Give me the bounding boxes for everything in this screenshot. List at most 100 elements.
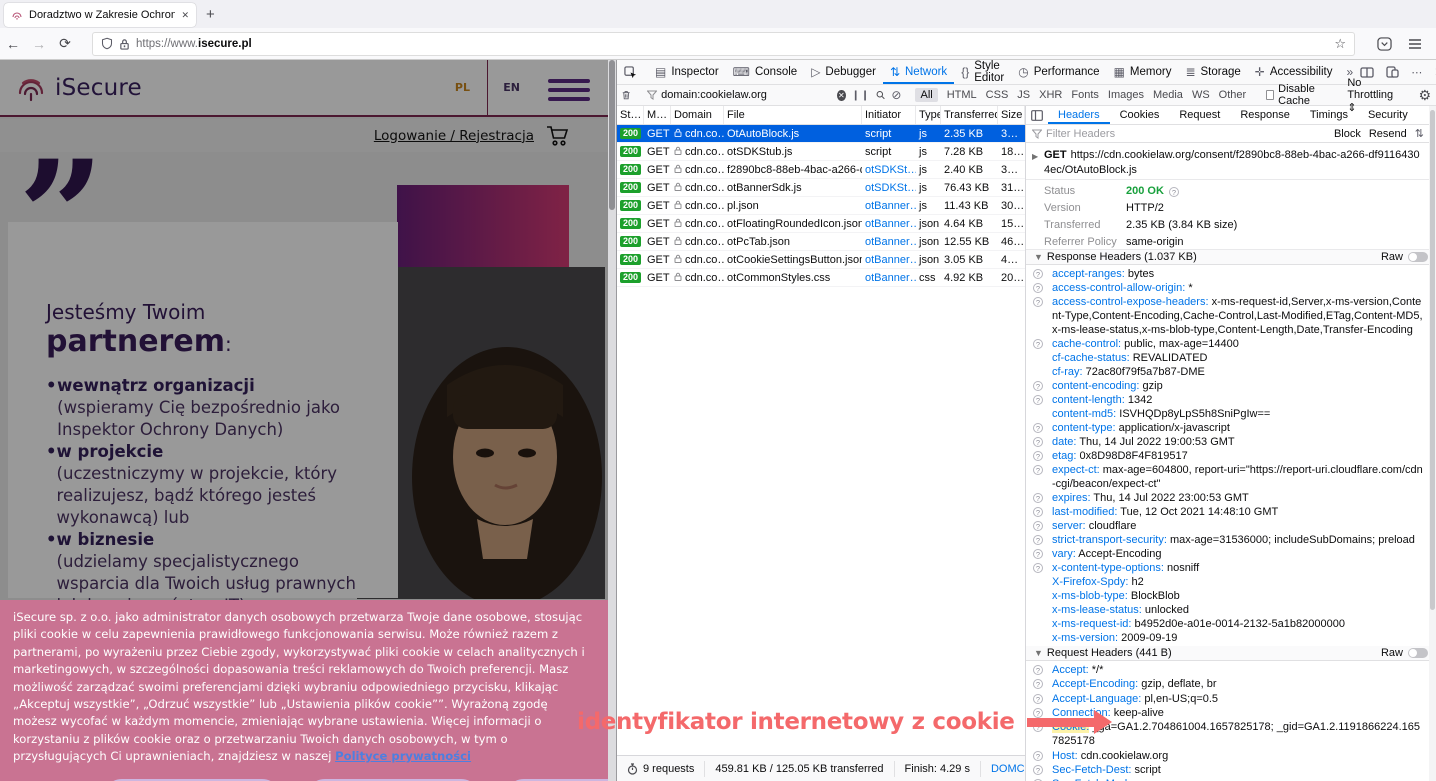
header-row[interactable]: ?cache-control: public, max-age=14400 xyxy=(1026,337,1436,351)
table-row[interactable]: 200GETcdn.co…OtAutoBlock.jsscriptjs2.35 … xyxy=(617,125,1025,143)
details-tab-security[interactable]: Security xyxy=(1358,106,1418,124)
header-row[interactable]: ?last-modified: Tue, 12 Oct 2021 14:48:1… xyxy=(1026,505,1436,519)
table-row[interactable]: 200GETcdn.co…otBannerSdk.jsotSDKSt…js76.… xyxy=(617,179,1025,197)
type-filter-js[interactable]: JS xyxy=(1017,89,1030,101)
header-row[interactable]: x-ms-blob-type: BlockBlob xyxy=(1026,589,1436,603)
help-icon[interactable]: ? xyxy=(1033,694,1043,704)
header-row[interactable]: ?expect-ct: max-age=604800, report-uri="… xyxy=(1026,463,1436,491)
help-icon[interactable]: ? xyxy=(1033,549,1043,559)
pause-traffic-icon[interactable]: ❙❙ xyxy=(852,90,871,101)
request-url-line[interactable]: ▶ GEThttps://cdn.cookielaw.org/consent/f… xyxy=(1026,144,1436,180)
column-header-file[interactable]: File xyxy=(724,106,862,124)
lock-icon[interactable] xyxy=(119,38,130,50)
header-row[interactable]: content-md5: ISVHQDp8yLpS5h8SniPgIw== xyxy=(1026,407,1436,421)
column-header-size[interactable]: Size xyxy=(998,106,1025,124)
table-row[interactable]: 200GETcdn.co…otCommonStyles.cssotBanner…… xyxy=(617,269,1025,287)
url-filter-input[interactable] xyxy=(661,89,831,101)
header-row[interactable]: ?content-type: application/x-javascript xyxy=(1026,421,1436,435)
type-filter-html[interactable]: HTML xyxy=(947,89,977,101)
devtools-tab-debugger[interactable]: ▷Debugger xyxy=(804,60,883,84)
help-icon[interactable]: ? xyxy=(1033,465,1043,475)
column-header-type[interactable]: Type xyxy=(916,106,941,124)
header-row[interactable]: ?content-encoding: gzip xyxy=(1026,379,1436,393)
header-row[interactable]: ?Sec-Fetch-Mode: no-cors xyxy=(1026,777,1436,781)
type-filter-images[interactable]: Images xyxy=(1108,89,1144,101)
forward-icon[interactable]: → xyxy=(26,36,52,52)
header-row[interactable]: ?expires: Thu, 14 Jul 2022 23:00:53 GMT xyxy=(1026,491,1436,505)
help-icon[interactable]: ? xyxy=(1033,679,1043,689)
type-filter-all[interactable]: All xyxy=(915,88,937,102)
help-icon[interactable]: ? xyxy=(1033,451,1043,461)
header-row[interactable]: cf-cache-status: REVALIDATED xyxy=(1026,351,1436,365)
block-url-button[interactable]: Block xyxy=(1334,128,1361,140)
response-headers-section-header[interactable]: ▼ Response Headers (1.037 KB) Raw xyxy=(1026,250,1436,265)
help-icon[interactable]: ? xyxy=(1033,765,1043,775)
pocket-icon[interactable] xyxy=(1377,37,1392,51)
url-text[interactable]: https://www.isecure.pl xyxy=(136,38,1328,50)
details-panel-icon[interactable] xyxy=(1026,110,1048,121)
column-header-st[interactable]: St… xyxy=(617,106,644,124)
devtools-tab-storage[interactable]: ≣Storage xyxy=(1178,60,1247,84)
type-filter-xhr[interactable]: XHR xyxy=(1039,89,1062,101)
help-icon[interactable]: ? xyxy=(1033,297,1043,307)
url-bar[interactable]: https://www.isecure.pl ☆ xyxy=(92,32,1355,56)
type-filter-css[interactable]: CSS xyxy=(986,89,1009,101)
page-scrollbar[interactable] xyxy=(608,60,616,781)
header-row[interactable]: ?x-content-type-options: nosniff xyxy=(1026,561,1436,575)
table-row[interactable]: 200GETcdn.co…otFloatingRoundedIcon.jsono… xyxy=(617,215,1025,233)
reload-icon[interactable]: ⟳ xyxy=(52,35,78,52)
initiator-value[interactable]: otBanner… xyxy=(865,272,916,284)
block-request-icon[interactable]: ⊘ xyxy=(891,88,901,102)
header-row[interactable]: ?Accept-Language: pl,en-US;q=0.5 xyxy=(1026,692,1436,706)
help-icon[interactable]: ? xyxy=(1033,493,1043,503)
help-icon[interactable]: ? xyxy=(1033,381,1043,391)
column-header-transferred[interactable]: Transferred xyxy=(941,106,998,124)
shield-icon[interactable] xyxy=(101,37,113,50)
details-tab-cookies[interactable]: Cookies xyxy=(1110,106,1170,124)
details-tab-response[interactable]: Response xyxy=(1230,106,1300,124)
resend-dropdown-icon[interactable]: ⇅ xyxy=(1415,127,1424,140)
page-scrollbar-thumb[interactable] xyxy=(609,60,615,210)
type-filter-ws[interactable]: WS xyxy=(1192,89,1210,101)
header-row[interactable]: ?vary: Accept-Encoding xyxy=(1026,547,1436,561)
header-row[interactable]: ?etag: 0x8D98D8F4F819517 xyxy=(1026,449,1436,463)
initiator-value[interactable]: otBanner… xyxy=(865,218,916,230)
devtools-tab-network[interactable]: ⇅Network xyxy=(883,60,954,84)
header-row[interactable]: ?access-control-expose-headers: x-ms-req… xyxy=(1026,295,1436,337)
filter-headers-input[interactable] xyxy=(1046,128,1330,140)
disable-cache-option[interactable]: Disable Cache xyxy=(1266,83,1331,107)
header-row[interactable]: x-ms-lease-status: unlocked xyxy=(1026,603,1436,617)
table-row[interactable]: 200GETcdn.co…otPcTab.jsonotBanner…json12… xyxy=(617,233,1025,251)
header-row[interactable]: ?strict-transport-security: max-age=3153… xyxy=(1026,533,1436,547)
header-row[interactable]: x-ms-version: 2009-09-19 xyxy=(1026,631,1436,645)
details-tab-headers[interactable]: Headers xyxy=(1048,106,1110,124)
help-icon[interactable]: ? xyxy=(1033,437,1043,447)
details-tab-timings[interactable]: Timings xyxy=(1300,106,1358,124)
back-icon[interactable]: ← xyxy=(0,36,26,52)
devtools-tab-style-editor[interactable]: {}Style Editor xyxy=(954,60,1011,84)
header-row[interactable]: ?server: cloudflare xyxy=(1026,519,1436,533)
header-row[interactable]: ?content-length: 1342 xyxy=(1026,393,1436,407)
column-header-initiator[interactable]: Initiator xyxy=(862,106,916,124)
type-filter-media[interactable]: Media xyxy=(1153,89,1183,101)
header-row[interactable]: x-ms-request-id: b4952d0e-a01e-0014-2132… xyxy=(1026,617,1436,631)
raw-toggle[interactable] xyxy=(1408,648,1428,658)
column-header-domain[interactable]: Domain xyxy=(671,106,724,124)
help-icon[interactable]: ? xyxy=(1033,283,1043,293)
type-filter-other[interactable]: Other xyxy=(1219,89,1247,101)
devtools-tab-performance[interactable]: ◷Performance xyxy=(1011,60,1106,84)
header-row[interactable]: ?Host: cdn.cookielaw.org xyxy=(1026,749,1436,763)
pick-element-button[interactable] xyxy=(617,60,644,84)
help-icon[interactable]: ? xyxy=(1033,751,1043,761)
header-row[interactable]: ?Accept: */* xyxy=(1026,663,1436,677)
header-row[interactable]: ?date: Thu, 14 Jul 2022 19:00:53 GMT xyxy=(1026,435,1436,449)
header-row[interactable]: X-Firefox-Spdy: h2 xyxy=(1026,575,1436,589)
initiator-value[interactable]: otBanner… xyxy=(865,254,916,266)
help-icon[interactable]: ? xyxy=(1033,665,1043,675)
help-icon[interactable]: ? xyxy=(1033,563,1043,573)
header-row[interactable]: ?access-control-allow-origin: * xyxy=(1026,281,1436,295)
search-icon[interactable] xyxy=(876,89,885,101)
devtools-tab-memory[interactable]: ▦Memory xyxy=(1107,60,1179,84)
header-row[interactable]: ?Accept-Encoding: gzip, deflate, br xyxy=(1026,677,1436,691)
type-filter-fonts[interactable]: Fonts xyxy=(1071,89,1099,101)
